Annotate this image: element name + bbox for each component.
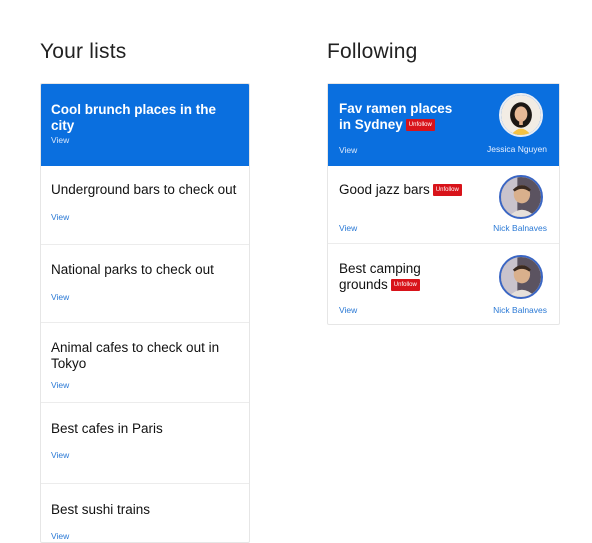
list-card-title: Cool brunch places in the city: [51, 102, 217, 133]
view-link[interactable]: View: [339, 223, 357, 233]
list-card-best-cafes-paris[interactable]: Best cafes in Paris View: [41, 403, 249, 484]
list-card-national-parks[interactable]: National parks to check out View: [41, 245, 249, 323]
woman-portrait-avatar[interactable]: [499, 93, 543, 137]
following-card-title-text: Fav ramen places in Sydney: [339, 101, 453, 132]
list-card-title: National parks to check out: [51, 262, 214, 277]
owner-name[interactable]: Jessica Nguyen: [487, 144, 547, 154]
your-lists-heading: Your lists: [40, 40, 127, 63]
list-card-underground-bars[interactable]: Underground bars to check out View: [41, 166, 249, 245]
list-card-title: Best cafes in Paris: [51, 421, 163, 436]
owner-name[interactable]: Nick Balnaves: [493, 305, 547, 315]
following-card-jazz-bars[interactable]: Good jazz bars Unfollow View Nick Balnave…: [328, 166, 559, 244]
list-card-animal-cafes[interactable]: Animal cafes to check out in Tokyo View: [41, 323, 249, 403]
your-lists-panel: Cool brunch places in the city View Unde…: [40, 83, 250, 543]
view-link[interactable]: View: [51, 380, 69, 390]
following-card-camping-grounds[interactable]: Best camping grounds Unfollow View Nick B…: [328, 244, 559, 324]
owner-name[interactable]: Nick Balnaves: [493, 223, 547, 233]
man-portrait-avatar[interactable]: [499, 255, 543, 299]
view-link[interactable]: View: [51, 531, 69, 541]
unfollow-button[interactable]: Unfollow: [405, 119, 435, 132]
following-card-title: Fav ramen places in Sydney Unfollow: [339, 101, 464, 133]
list-card-title: Best sushi trains: [51, 502, 151, 517]
following-card-ramen[interactable]: Fav ramen places in Sydney Unfollow View …: [328, 84, 559, 166]
list-card-cool-brunch[interactable]: Cool brunch places in the city View: [41, 84, 249, 166]
following-panel: Fav ramen places in Sydney Unfollow View …: [327, 83, 560, 325]
list-card-title: Underground bars to check out: [51, 182, 237, 197]
list-card-best-sushi-trains[interactable]: Best sushi trains View: [41, 484, 249, 542]
unfollow-button[interactable]: Unfollow: [432, 184, 462, 197]
following-card-title: Good jazz bars Unfollow: [339, 182, 464, 198]
view-link[interactable]: View: [51, 292, 69, 302]
following-heading: Following: [327, 40, 418, 63]
view-link[interactable]: View: [339, 145, 357, 155]
list-card-title: Animal cafes to check out in Tokyo: [51, 340, 220, 371]
man-portrait-avatar[interactable]: [499, 175, 543, 219]
view-link[interactable]: View: [339, 305, 357, 315]
following-card-title-text: Good jazz bars: [339, 182, 430, 197]
unfollow-button[interactable]: Unfollow: [390, 279, 420, 292]
view-link[interactable]: View: [51, 450, 69, 460]
following-card-title: Best camping grounds Unfollow: [339, 261, 464, 293]
view-link[interactable]: View: [51, 212, 69, 222]
view-link[interactable]: View: [51, 135, 69, 145]
